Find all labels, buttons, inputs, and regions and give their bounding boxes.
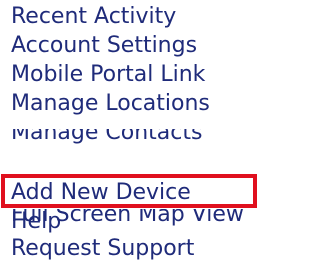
navigation-menu: Recent Activity Account Settings Mobile … xyxy=(0,0,268,266)
menu-item-mobile-portal-link[interactable]: Mobile Portal Link xyxy=(11,61,205,89)
menu-item-request-support[interactable]: Request Support xyxy=(11,235,194,263)
highlight-box xyxy=(1,174,257,208)
menu-item-manage-contacts[interactable]: Manage Contacts xyxy=(11,129,202,147)
menu-item-manage-locations[interactable]: Manage Locations xyxy=(11,90,210,118)
menu-item-recent-activity[interactable]: Recent Activity xyxy=(11,3,176,31)
menu-item-help[interactable]: Help xyxy=(11,208,61,236)
menu-item-account-settings[interactable]: Account Settings xyxy=(11,32,197,60)
